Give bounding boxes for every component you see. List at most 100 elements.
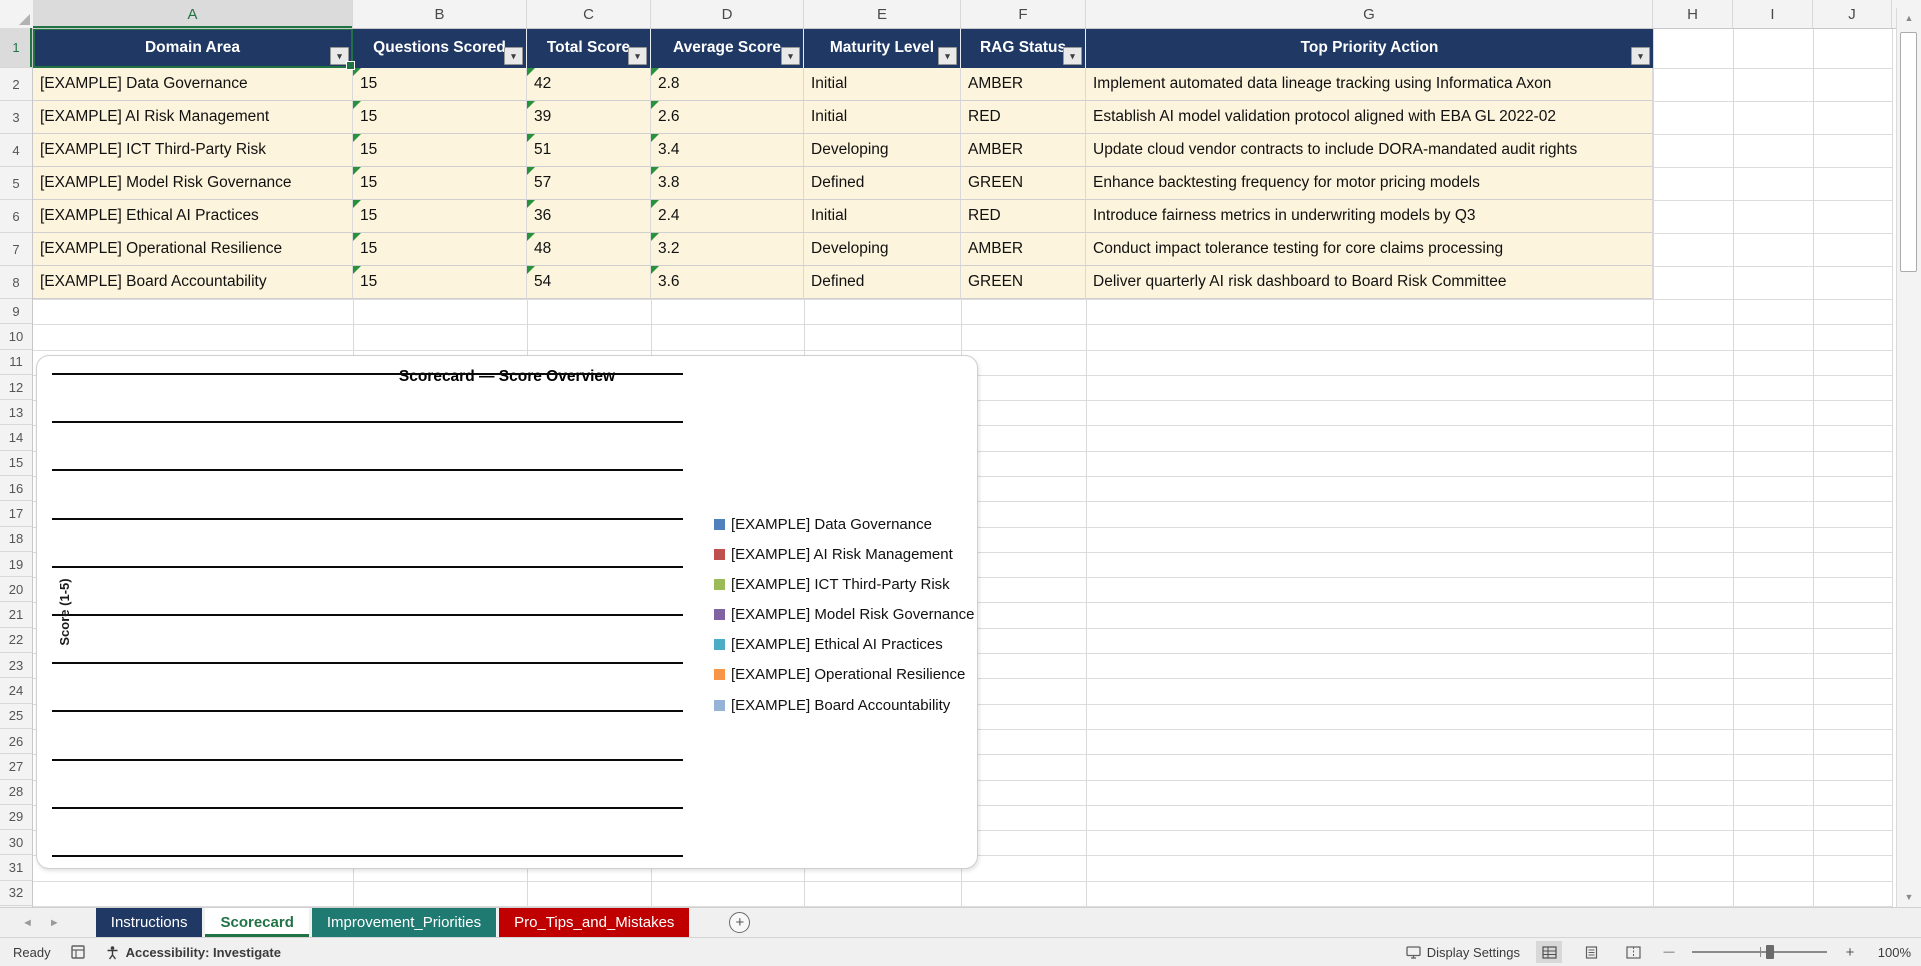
cell-D8[interactable]: 3.6: [651, 266, 804, 299]
column-header-H[interactable]: H: [1653, 0, 1733, 28]
cell-B2[interactable]: 15: [353, 68, 527, 101]
cell-G6[interactable]: Introduce fairness metrics in underwriti…: [1086, 200, 1653, 233]
row-header-20[interactable]: 20: [0, 577, 32, 603]
cell-B8[interactable]: 15: [353, 266, 527, 299]
table-col-header-B[interactable]: Questions Scored ▾: [353, 28, 527, 68]
cell-F6[interactable]: RED: [961, 200, 1086, 233]
cell-B6[interactable]: 15: [353, 200, 527, 233]
tab-nav-left-icon[interactable]: ◄: [22, 917, 33, 929]
cell-F5[interactable]: GREEN: [961, 167, 1086, 200]
vertical-scrollbar-thumb[interactable]: [1900, 32, 1917, 272]
cell-D7[interactable]: 3.2: [651, 233, 804, 266]
tab-nav-right-icon[interactable]: ►: [49, 917, 60, 929]
filter-dropdown-icon[interactable]: ▾: [504, 47, 523, 65]
row-header-22[interactable]: 22: [0, 628, 32, 654]
row-header-7[interactable]: 7: [0, 233, 32, 266]
cell-G2[interactable]: Implement automated data lineage trackin…: [1086, 68, 1653, 101]
row-header-12[interactable]: 12: [0, 375, 32, 401]
sheet-tab-scorecard[interactable]: Scorecard: [205, 908, 309, 937]
cell-C4[interactable]: 51: [527, 134, 651, 167]
row-header-28[interactable]: 28: [0, 780, 32, 805]
row-header-15[interactable]: 15: [0, 451, 32, 477]
table-col-header-C[interactable]: Total Score ▾: [527, 28, 651, 68]
cell-E5[interactable]: Defined: [804, 167, 961, 200]
row-header-11[interactable]: 11: [0, 350, 32, 375]
row-header-1[interactable]: 1: [0, 28, 32, 68]
cell-C6[interactable]: 36: [527, 200, 651, 233]
sheet-tab-pro_tips_and_mistakes[interactable]: Pro_Tips_and_Mistakes: [499, 908, 690, 937]
cell-E8[interactable]: Defined: [804, 266, 961, 299]
cell-E3[interactable]: Initial: [804, 101, 961, 134]
vertical-scrollbar[interactable]: ▲ ▼: [1896, 8, 1921, 907]
cell-A6[interactable]: [EXAMPLE] Ethical AI Practices: [33, 200, 353, 233]
cell-A7[interactable]: [EXAMPLE] Operational Resilience: [33, 233, 353, 266]
cell-G7[interactable]: Conduct impact tolerance testing for cor…: [1086, 233, 1653, 266]
row-header-19[interactable]: 19: [0, 552, 32, 578]
cell-B4[interactable]: 15: [353, 134, 527, 167]
column-header-D[interactable]: D: [651, 0, 804, 28]
embedded-chart[interactable]: Scorecard — Score Overview Score (1-5) […: [36, 355, 978, 869]
cell-F3[interactable]: RED: [961, 101, 1086, 134]
filter-dropdown-icon[interactable]: ▾: [1063, 47, 1082, 65]
cell-B3[interactable]: 15: [353, 101, 527, 134]
zoom-level-label[interactable]: 100%: [1873, 945, 1911, 960]
cell-E4[interactable]: Developing: [804, 134, 961, 167]
filter-dropdown-icon[interactable]: ▾: [781, 47, 800, 65]
row-header-32[interactable]: 32: [0, 881, 32, 906]
row-header-17[interactable]: 17: [0, 501, 32, 527]
cell-G5[interactable]: Enhance backtesting frequency for motor …: [1086, 167, 1653, 200]
cell-D6[interactable]: 2.4: [651, 200, 804, 233]
filter-dropdown-icon[interactable]: ▾: [330, 47, 349, 65]
cell-E6[interactable]: Initial: [804, 200, 961, 233]
column-header-A[interactable]: A: [33, 0, 353, 28]
row-header-31[interactable]: 31: [0, 855, 32, 881]
accessibility-status[interactable]: Accessibility: Investigate: [105, 945, 281, 960]
cell-E7[interactable]: Developing: [804, 233, 961, 266]
cell-D4[interactable]: 3.4: [651, 134, 804, 167]
sheet-tab-improvement_priorities[interactable]: Improvement_Priorities: [311, 908, 497, 937]
row-header-3[interactable]: 3: [0, 101, 32, 134]
row-header-2[interactable]: 2: [0, 68, 32, 101]
cell-F7[interactable]: AMBER: [961, 233, 1086, 266]
row-header-24[interactable]: 24: [0, 678, 32, 704]
cell-C3[interactable]: 39: [527, 101, 651, 134]
page-break-preview-button[interactable]: [1620, 941, 1646, 963]
row-header-8[interactable]: 8: [0, 266, 32, 299]
row-header-10[interactable]: 10: [0, 324, 32, 350]
cell-A3[interactable]: [EXAMPLE] AI Risk Management: [33, 101, 353, 134]
zoom-slider-thumb[interactable]: [1766, 945, 1775, 959]
cell-G8[interactable]: Deliver quarterly AI risk dashboard to B…: [1086, 266, 1653, 299]
cell-D2[interactable]: 2.8: [651, 68, 804, 101]
cell-C8[interactable]: 54: [527, 266, 651, 299]
row-header-30[interactable]: 30: [0, 830, 32, 856]
cell-A4[interactable]: [EXAMPLE] ICT Third-Party Risk: [33, 134, 353, 167]
zoom-slider[interactable]: [1692, 945, 1827, 959]
filter-dropdown-icon[interactable]: ▾: [938, 47, 957, 65]
macro-record-icon[interactable]: [70, 945, 85, 959]
cell-A2[interactable]: [EXAMPLE] Data Governance: [33, 68, 353, 101]
column-header-F[interactable]: F: [961, 0, 1086, 28]
table-col-header-D[interactable]: Average Score ▾: [651, 28, 804, 68]
select-all-button[interactable]: [0, 0, 34, 28]
row-header-5[interactable]: 5: [0, 167, 32, 200]
table-col-header-A[interactable]: Domain Area ▾: [33, 28, 353, 68]
cell-D5[interactable]: 3.8: [651, 167, 804, 200]
cell-F2[interactable]: AMBER: [961, 68, 1086, 101]
column-header-B[interactable]: B: [353, 0, 527, 28]
cell-D3[interactable]: 2.6: [651, 101, 804, 134]
column-header-G[interactable]: G: [1086, 0, 1653, 28]
cell-A5[interactable]: [EXAMPLE] Model Risk Governance: [33, 167, 353, 200]
row-header-4[interactable]: 4: [0, 134, 32, 167]
cell-B5[interactable]: 15: [353, 167, 527, 200]
table-col-header-E[interactable]: Maturity Level ▾: [804, 28, 961, 68]
zoom-out-button[interactable]: —: [1662, 946, 1676, 958]
cell-C5[interactable]: 57: [527, 167, 651, 200]
cell-E2[interactable]: Initial: [804, 68, 961, 101]
row-header-9[interactable]: 9: [0, 299, 32, 325]
scroll-down-icon[interactable]: ▼: [1897, 887, 1921, 907]
column-header-E[interactable]: E: [804, 0, 961, 28]
cell-F4[interactable]: AMBER: [961, 134, 1086, 167]
row-header-26[interactable]: 26: [0, 729, 32, 755]
row-header-6[interactable]: 6: [0, 200, 32, 233]
cell-B7[interactable]: 15: [353, 233, 527, 266]
